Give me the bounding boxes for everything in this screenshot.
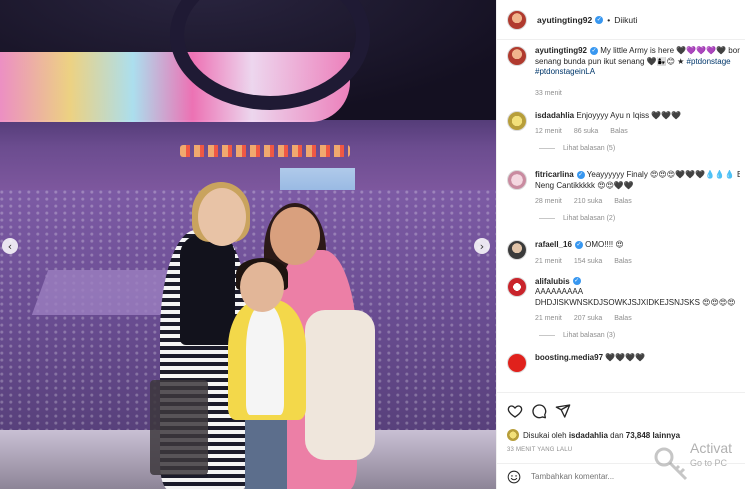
post-header: ayutingting92 ✓ • Diikuti	[497, 0, 745, 40]
comment-username[interactable]: rafaell_16	[535, 240, 572, 249]
liked-by-user[interactable]: isdadahlia	[569, 431, 608, 440]
view-replies-button[interactable]: Lihat balasan (5)	[535, 145, 740, 152]
tote-bag	[150, 380, 208, 475]
avatar[interactable]	[507, 429, 519, 441]
caption-text: ayutingting92 ✓ My little Army is here 🖤💜…	[535, 46, 740, 57]
post-sidebar: ayutingting92 ✓ • Diikuti ayutingting92 ✓…	[496, 0, 745, 489]
following-button[interactable]: Diikuti	[614, 15, 637, 25]
emoji-icon[interactable]	[507, 470, 521, 484]
activation-subtitle: Go to PC	[690, 458, 728, 468]
view-replies-button[interactable]: Lihat balasan (3)	[535, 332, 740, 339]
child-face	[240, 262, 284, 312]
avatar[interactable]	[507, 240, 527, 260]
avatar[interactable]	[507, 276, 527, 297]
verified-badge-icon: ✓	[595, 15, 604, 24]
comment-body: Yeayyyyyy Finaly 😍😍😍🖤🖤🖤💧💧💧 Enjoy	[586, 170, 740, 179]
caption: ayutingting92 ✓ My little Army is here 🖤💜…	[497, 46, 745, 97]
reply-button[interactable]: Balas	[614, 258, 632, 265]
comment-body: 🖤🖤🖤🖤	[605, 353, 646, 362]
comment-username[interactable]: fitricarlina	[535, 170, 574, 179]
comment-username[interactable]: alifalubis	[535, 277, 570, 286]
comment-meta: 21 menit 207 suka Balas	[535, 315, 740, 322]
comment-meta: 12 menit 86 suka Balas	[535, 128, 740, 135]
comment-item: boosting.media97 🖤🖤🖤🖤	[497, 353, 745, 373]
caption-line2-text: senang bunda pun ikut senang 🖤👩‍👧😊 ★	[535, 56, 685, 66]
comment-item: alifalubis ✓ AAAAAAAAA DHDJISKWNSKDJSOWKJ…	[497, 276, 745, 339]
comment-likes[interactable]: 210 suka	[574, 198, 602, 205]
avatar[interactable]	[507, 170, 527, 190]
person-left-face	[198, 188, 246, 246]
stage-lights	[180, 145, 350, 157]
share-icon[interactable]	[555, 403, 571, 419]
comment-body: OMO!!!! 😍	[585, 240, 624, 249]
action-icons	[497, 393, 745, 419]
comment-likes[interactable]: 207 suka	[574, 315, 602, 322]
comments-list[interactable]: ayutingting92 ✓ My little Army is here 🖤💜…	[497, 40, 745, 392]
liked-by-prefix: Disukai oleh	[523, 430, 567, 440]
caption-line1: My little Army is here 🖤💜💜💜🖤 borahae	[600, 46, 740, 55]
child-legs	[245, 415, 287, 489]
comment-item: fitricarlina ✓ Yeayyyyyy Finaly 😍😍😍🖤🖤🖤💧💧💧…	[497, 170, 745, 222]
liked-by-and: dan	[610, 430, 624, 440]
comment-text: fitricarlina ✓ Yeayyyyyy Finaly 😍😍😍🖤🖤🖤💧💧💧…	[535, 170, 740, 181]
comment-username[interactable]: isdadahlia	[535, 111, 574, 120]
comment-time: 21 menit	[535, 315, 562, 322]
view-replies-button[interactable]: Lihat balasan (2)	[535, 215, 740, 222]
reply-button[interactable]: Balas	[610, 128, 628, 135]
chevron-left-icon[interactable]: ‹	[2, 238, 18, 254]
caption-meta: 33 menit	[535, 90, 740, 97]
comment-input[interactable]	[531, 472, 651, 481]
reply-button[interactable]: Balas	[614, 315, 632, 322]
caption-line3: #ptdonstageinLA	[535, 67, 740, 78]
hashtag-link[interactable]: #ptdonstageinLA	[535, 67, 595, 76]
heart-icon[interactable]	[507, 403, 523, 419]
verified-badge-icon: ✓	[572, 277, 581, 286]
comment-time: 28 menit	[535, 198, 562, 205]
comment-time: 21 menit	[535, 257, 562, 265]
avatar[interactable]	[507, 110, 527, 131]
comment-text-line2: Neng Cantikkkkk 😍😍🖤🖤	[535, 180, 634, 190]
comment-text: isdadahlia Enjoyyyy Ayu n Iqiss 🖤🖤🖤	[535, 111, 740, 122]
comment-likes[interactable]: 154 suka	[574, 258, 602, 265]
likes-summary: Disukai oleh isdadahlia dan 73,848 lainn…	[497, 419, 745, 441]
verified-badge-icon: ✓	[574, 240, 583, 249]
separator-dot: •	[607, 14, 611, 25]
comment-likes[interactable]: 86 suka	[574, 128, 599, 135]
caption-time: 33 menit	[535, 89, 562, 97]
comment-meta: 28 menit 210 suka Balas	[535, 198, 740, 205]
reply-button[interactable]: Balas	[614, 198, 632, 205]
comment-username[interactable]: boosting.media97	[535, 353, 603, 362]
avatar[interactable]	[507, 46, 527, 66]
hashtag-link[interactable]: #ptdonstage	[687, 57, 731, 66]
person-right-face	[270, 207, 320, 265]
comment-time: 12 menit	[535, 128, 562, 135]
caption-username[interactable]: ayutingting92	[535, 46, 587, 55]
comment-icon[interactable]	[531, 403, 547, 419]
activation-title: Activat	[690, 440, 733, 456]
comment-text: boosting.media97 🖤🖤🖤🖤	[535, 353, 740, 364]
comment-meta: 21 menit 154 suka Balas	[535, 258, 740, 265]
verified-badge-icon: ✓	[576, 170, 585, 179]
comment-text-line2: DHDJISKWNSKDJSOWKJSJXIDKEJSNJSKS 😍😍😍😍	[535, 297, 736, 307]
key-icon	[654, 447, 688, 481]
post-photo[interactable]: ‹ ›	[0, 0, 496, 489]
header-username[interactable]: ayutingting92	[537, 15, 592, 25]
comment-body: Enjoyyyy Ayu n Iqiss 🖤🖤🖤	[576, 110, 682, 120]
activation-watermark: Activat Go to PC	[690, 440, 745, 468]
child-hoodie	[246, 305, 284, 415]
likes-count[interactable]: 73,848 lainnya	[626, 431, 680, 440]
verified-badge-icon: ✓	[590, 46, 599, 55]
held-coat	[305, 310, 375, 460]
chevron-right-icon[interactable]: ›	[474, 238, 490, 254]
avatar[interactable]	[507, 9, 527, 30]
caption-line2: senang bunda pun ikut senang 🖤👩‍👧😊 ★ #pt…	[535, 57, 740, 68]
person-left-vest	[180, 235, 235, 345]
comment-item: isdadahlia Enjoyyyy Ayu n Iqiss 🖤🖤🖤 12 m…	[497, 110, 745, 152]
comment-body: AAAAAAAAA	[535, 287, 584, 296]
comment-text: rafaell_16 ✓ OMO!!!! 😍	[535, 240, 740, 251]
avatar[interactable]	[507, 353, 527, 373]
comment-text: alifalubis ✓	[535, 277, 740, 288]
comment-item: rafaell_16 ✓ OMO!!!! 😍 21 menit 154 suka …	[497, 240, 745, 265]
